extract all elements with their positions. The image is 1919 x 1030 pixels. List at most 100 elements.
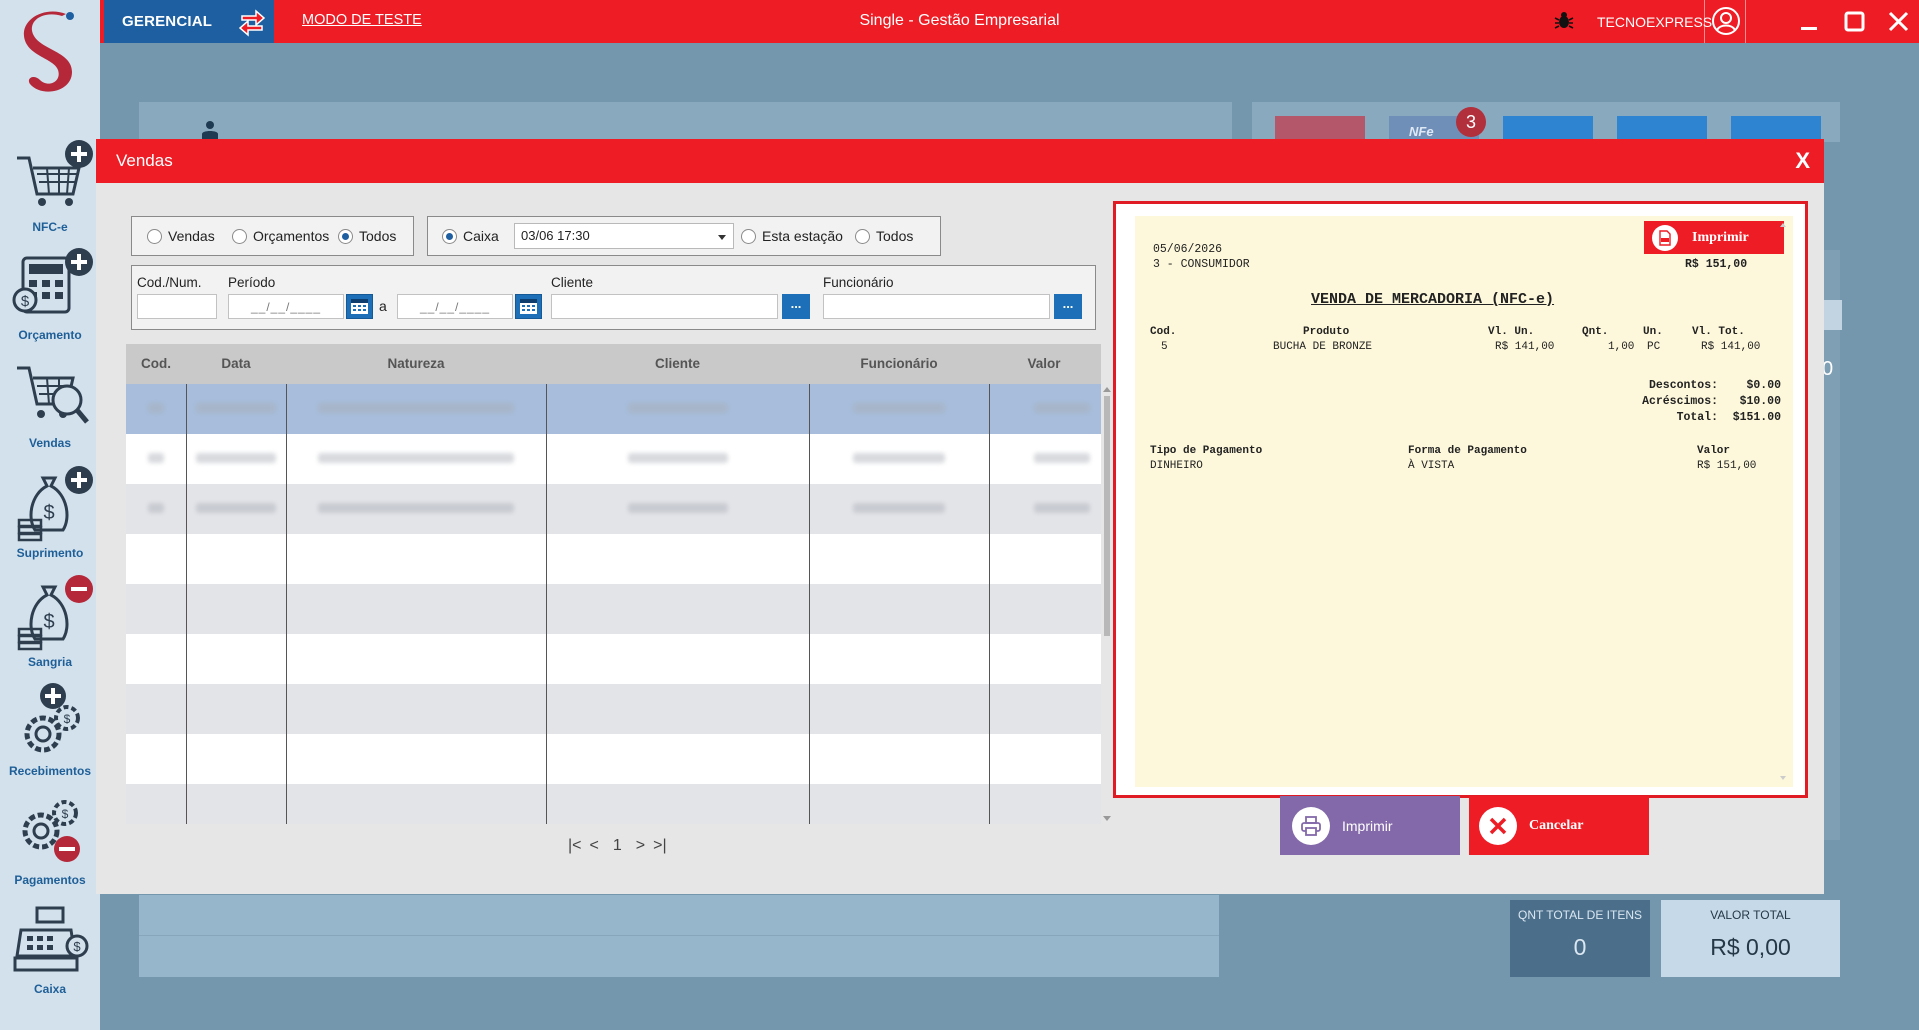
acrescimos-label: Acréscimos: [1642,395,1718,408]
table-row[interactable] [126,484,1101,534]
receipt-title: VENDA DE MERCADORIA (NFC-e) [1311,291,1555,308]
table-row-empty [126,784,1101,824]
sidebar-item-pagamentos[interactable]: $ Pagamentos [0,791,100,891]
maximize-icon[interactable] [1841,8,1869,36]
date-end-input[interactable]: __/__/____ [397,294,513,319]
sidebar-item-suprimento[interactable]: $ Suprimento [0,464,100,564]
item-header-produto: Produto [1303,326,1350,338]
radio-label: Vendas [168,228,215,244]
cod-input[interactable] [137,294,217,319]
module-switch[interactable]: GERENCIAL [104,0,274,43]
table-scrollbar[interactable] [1102,384,1112,824]
radio-esta-estacao[interactable]: Esta estação [741,228,843,244]
filter-type-group: Vendas Orçamentos Todos [131,216,414,256]
payment-header-tipo: Tipo de Pagamento [1150,445,1263,457]
funcionario-label: Funcionário [823,275,894,290]
funcionario-search-button[interactable]: ... [1054,294,1082,319]
acrescimos-value: $10.00 [1739,395,1781,408]
item-qnt: 1,00 [1608,341,1635,353]
redacted-cell [196,403,276,413]
receipt-date: 05/06/2026 [1153,243,1223,256]
sales-table: Cod. Data Natureza Cliente Funcionário V… [126,344,1101,824]
close-window-icon[interactable] [1885,8,1913,36]
printer-icon [1292,806,1330,845]
calendar-icon [520,299,537,314]
modal-close-button[interactable]: X [1795,148,1810,174]
app-logo [23,11,74,92]
table-row-empty [126,534,1101,584]
minimize-icon[interactable] [1796,8,1824,36]
redacted-cell [196,453,276,463]
radio-dot-selected [338,228,353,244]
redacted-cell [148,403,164,413]
gears-add-icon: $ [24,683,80,753]
item-produto: BUCHA DE BRONZE [1273,341,1373,353]
radio-label: Orçamentos [253,228,330,244]
sidebar: NFC-e $ Orçamento Vendas $ Suprimento $ … [0,0,100,1030]
payment-tipo: DINHEIRO [1150,460,1203,472]
column-header[interactable]: Natureza [286,344,546,384]
swap-icon[interactable] [236,5,268,37]
pagination: |< < 1 > >| [568,837,667,855]
user-name: TECNOEXPRESS [1597,14,1713,30]
radio-vendas[interactable]: Vendas [147,228,215,244]
descontos-label: Descontos: [1648,379,1718,392]
sidebar-item-sangria[interactable]: $ Sangria [0,573,100,673]
table-row[interactable] [126,434,1101,484]
radio-orcamentos[interactable]: Orçamentos [232,228,329,244]
column-header[interactable]: Cod. [126,344,186,384]
bug-icon[interactable] [1553,10,1575,32]
cart-search-icon [17,366,89,424]
redacted-cell [1034,503,1090,513]
search-fields-group: Cod./Num. Período __/__/____ a __/__/___… [131,265,1096,330]
item-header-cod: Cod. [1150,326,1177,338]
first-page-button[interactable]: |< [568,837,582,855]
cliente-search-button[interactable]: ... [782,294,810,319]
calendar-start-button[interactable] [346,294,373,319]
sidebar-item-orcamento[interactable]: $ Orçamento [0,248,100,348]
item-header-vl-un: Vl. Un. [1488,326,1535,338]
test-mode-link[interactable]: MODO DE TESTE [302,12,422,28]
print-button-label: Imprimir [1342,817,1393,834]
column-header[interactable]: Data [186,344,286,384]
sidebar-item-caixa[interactable]: $ Caixa [0,900,100,1000]
cod-label: Cod./Num. [137,275,202,290]
print-button[interactable]: Imprimir [1280,796,1460,855]
sidebar-item-nfce[interactable]: NFC-e [0,138,100,238]
prev-page-button[interactable]: < [590,837,599,855]
radio-todos[interactable]: Todos [338,228,396,244]
sidebar-item-recebimentos[interactable]: $ Recebimentos [0,682,100,782]
cliente-input[interactable] [551,294,778,319]
column-divider [989,384,990,824]
user-avatar-icon[interactable] [1711,6,1741,36]
cancel-button[interactable]: Cancelar [1469,796,1649,855]
next-page-button[interactable]: > [636,837,645,855]
funcionario-input[interactable] [823,294,1050,319]
background-panel [139,102,1232,142]
redacted-cell [853,503,945,513]
receipt-print-button[interactable]: Imprimir [1644,221,1784,254]
top-bar: GERENCIAL MODO DE TESTE Single - Gestão … [0,0,1919,43]
radio-dot [741,228,756,244]
radio-todos-source[interactable]: Todos [855,228,913,244]
date-start-input[interactable]: __/__/____ [228,294,344,319]
module-label: GERENCIAL [122,13,213,30]
calendar-end-button[interactable] [515,294,542,319]
sidebar-item-vendas[interactable]: Vendas [0,356,100,456]
column-header[interactable]: Valor [989,344,1099,384]
column-header[interactable]: Funcionário [809,344,989,384]
redacted-cell [628,503,728,513]
radio-caixa[interactable]: Caixa [442,228,499,244]
radio-dot [147,228,162,244]
column-header[interactable]: Cliente [546,344,809,384]
receipt-scrollbar[interactable] [1778,220,1788,783]
table-row-selected[interactable] [126,384,1101,434]
payment-header-forma: Forma de Pagamento [1408,445,1527,457]
radio-label: Todos [359,228,397,244]
last-page-button[interactable]: >| [653,837,667,855]
radio-dot [855,228,870,244]
notification-badge: 3 [1456,107,1486,137]
caixa-select[interactable]: 03/06 17:30 [514,223,734,249]
sidebar-item-label: Orçamento [18,328,82,342]
svg-text:$: $ [43,502,54,524]
